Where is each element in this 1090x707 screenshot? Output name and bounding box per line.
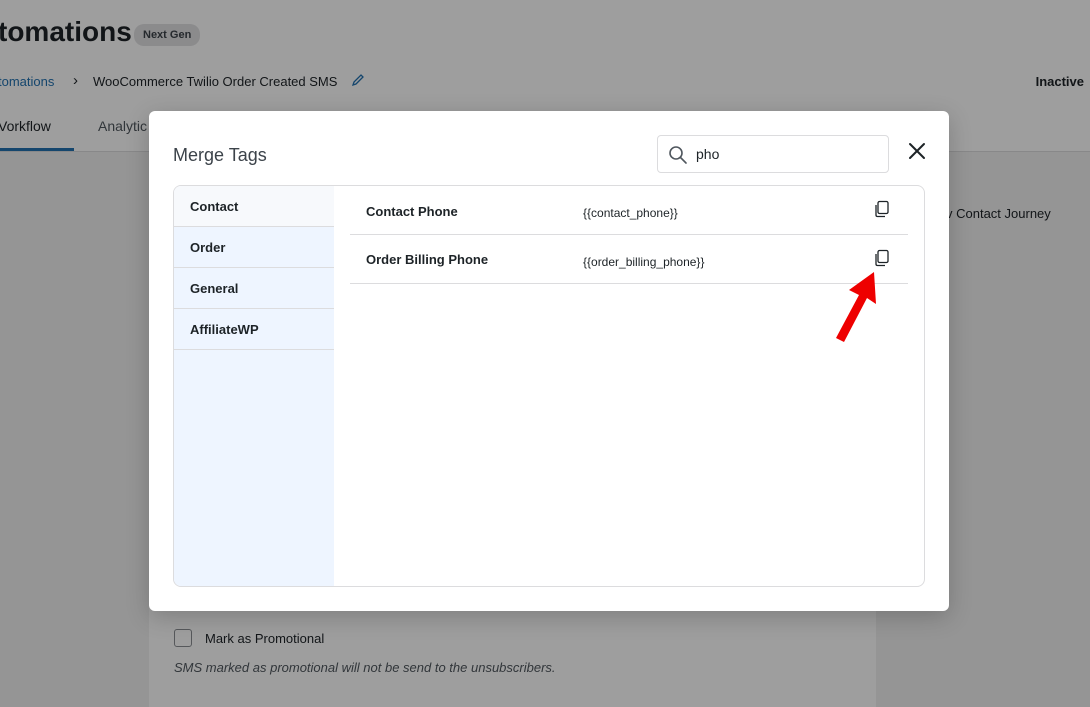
merge-tag-row: Contact Phone {{contact_phone}} bbox=[350, 186, 908, 235]
copy-icon[interactable] bbox=[873, 200, 891, 218]
copy-icon[interactable] bbox=[873, 249, 891, 267]
sidebar-item-order[interactable]: Order bbox=[174, 227, 334, 268]
merge-tags-modal: Merge Tags Contact Order General Affilia… bbox=[149, 111, 949, 611]
sidebar-item-contact[interactable]: Contact bbox=[174, 186, 334, 227]
merge-tags-body: Contact Order General AffiliateWP Contac… bbox=[173, 185, 925, 587]
category-sidebar: Contact Order General AffiliateWP bbox=[174, 186, 334, 586]
red-arrow-icon bbox=[836, 272, 876, 342]
search-field[interactable] bbox=[657, 135, 889, 173]
sidebar-item-affiliatewp[interactable]: AffiliateWP bbox=[174, 309, 334, 350]
search-input[interactable] bbox=[696, 137, 884, 171]
merge-tag-code: {{contact_phone}} bbox=[583, 206, 678, 220]
close-icon[interactable] bbox=[905, 139, 929, 163]
sidebar-item-general[interactable]: General bbox=[174, 268, 334, 309]
merge-tag-label: Contact Phone bbox=[366, 204, 458, 219]
merge-tag-label: Order Billing Phone bbox=[366, 252, 489, 267]
merge-tag-list: Contact Phone {{contact_phone}} Order Bi… bbox=[350, 186, 908, 284]
merge-tag-code: {{order_billing_phone}} bbox=[583, 255, 705, 269]
merge-tag-row: Order Billing Phone {{order_billing_phon… bbox=[350, 235, 908, 284]
search-icon bbox=[669, 146, 687, 164]
modal-title: Merge Tags bbox=[173, 145, 267, 165]
